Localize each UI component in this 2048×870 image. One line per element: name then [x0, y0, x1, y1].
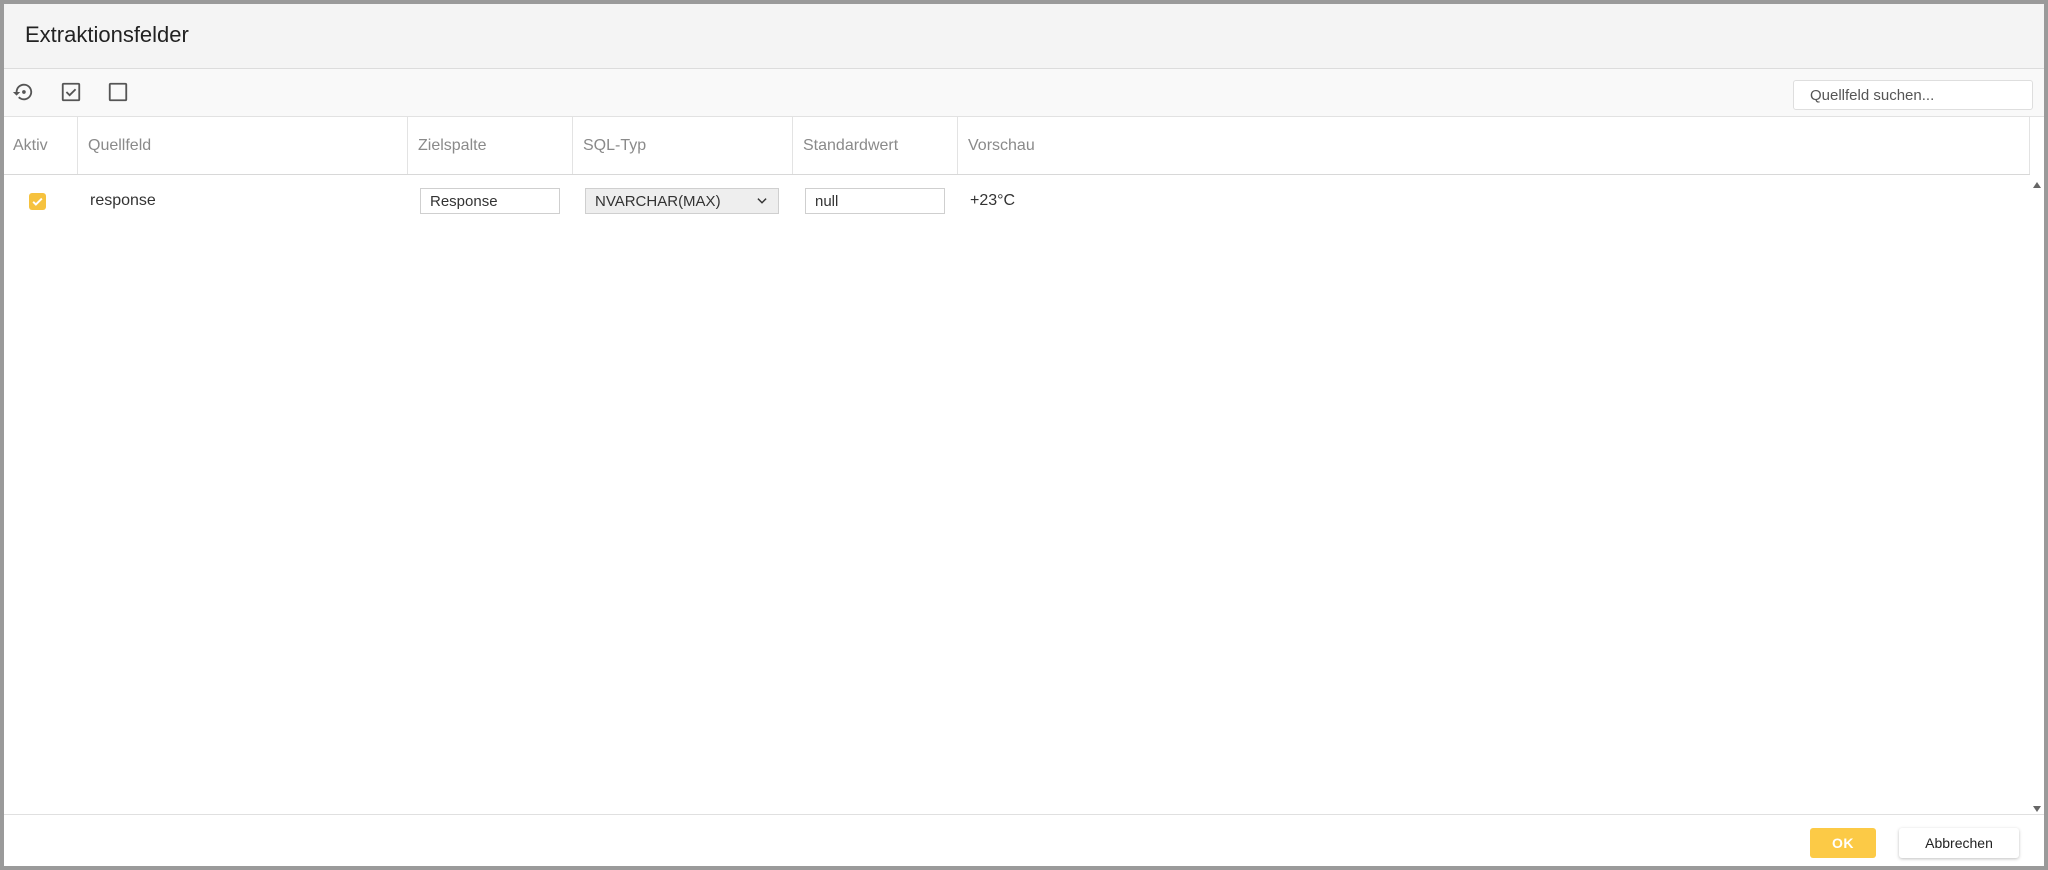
target-column-input[interactable]: [420, 188, 560, 214]
uncheck-all-button[interactable]: [104, 78, 132, 106]
chevron-down-icon: [757, 198, 767, 204]
search-input[interactable]: [1793, 80, 2033, 110]
reset-button[interactable]: [9, 78, 37, 106]
active-checkbox[interactable]: [29, 192, 46, 210]
column-header-zielspalte[interactable]: Zielspalte: [408, 117, 573, 174]
ok-button[interactable]: OK: [1810, 828, 1876, 858]
column-header-aktiv[interactable]: Aktiv: [4, 117, 78, 174]
table-header: Aktiv Quellfeld Zielspalte SQL-Typ Stand…: [4, 117, 2030, 175]
sql-type-value: NVARCHAR(MAX): [595, 192, 721, 210]
column-header-sql-typ[interactable]: SQL-Typ: [573, 117, 793, 174]
sql-type-cell: NVARCHAR(MAX): [585, 175, 779, 227]
column-header-vorschau[interactable]: Vorschau: [958, 117, 2030, 174]
dialog-header: Extraktionsfelder: [4, 4, 2044, 69]
scroll-down-arrow-icon[interactable]: [2033, 806, 2041, 812]
cancel-button[interactable]: Abbrechen: [1899, 828, 2019, 858]
vertical-scrollbar[interactable]: [2030, 174, 2044, 816]
check-all-icon: [61, 82, 81, 102]
source-field-value: response: [90, 192, 156, 209]
checkmark-icon: [32, 197, 43, 206]
dialog-title: Extraktionsfelder: [25, 22, 189, 47]
reset-icon: [12, 83, 33, 101]
preview-value: +23°C: [970, 192, 1016, 209]
extraction-fields-dialog: Extraktionsfelder Aktiv Quellfeld Zielsp…: [4, 4, 2044, 866]
scroll-up-arrow-icon[interactable]: [2033, 182, 2041, 188]
active-cell: [29, 175, 46, 227]
target-column-cell: [420, 175, 560, 227]
default-value-cell: [805, 175, 945, 227]
uncheck-all-icon: [108, 82, 128, 102]
sql-type-select[interactable]: NVARCHAR(MAX): [585, 188, 779, 214]
dialog-footer: OK Abbrechen: [4, 814, 2044, 866]
default-value-input[interactable]: [805, 188, 945, 214]
column-header-standardwert[interactable]: Standardwert: [793, 117, 958, 174]
column-header-quellfeld[interactable]: Quellfeld: [78, 117, 408, 174]
table-row: response NVARCHAR(MAX) +23°C: [4, 175, 2030, 227]
toolbar: [4, 69, 2044, 117]
check-all-button[interactable]: [57, 78, 85, 106]
